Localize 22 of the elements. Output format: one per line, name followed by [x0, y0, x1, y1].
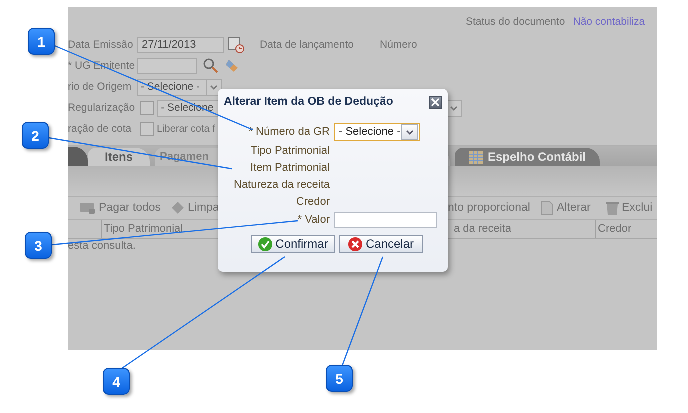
status-value: Não contabiliza [573, 16, 646, 28]
field-label: Natureza da receita [233, 178, 330, 192]
field-label: ração de cota [68, 123, 133, 135]
empty-message: esta consulta. [68, 239, 136, 252]
column-header: a da receita [453, 222, 512, 237]
field-label: Número [380, 39, 418, 51]
column-header: Credor [595, 220, 657, 238]
field-label: Item Patrimonial [250, 160, 330, 176]
callout-marker: 3 [25, 232, 52, 259]
field-label: Credor [295, 194, 330, 210]
field-label: rio de Origem [68, 81, 133, 93]
callout-marker: 4 [103, 368, 130, 395]
callout-marker: 1 [28, 28, 55, 55]
dialog-title: Alterar Item da OB de Dedução [224, 96, 394, 108]
callout-marker: 2 [22, 122, 49, 149]
status-label: Status do documento [466, 16, 566, 28]
checkbox-label: Liberar cota f [157, 124, 216, 134]
field-label: Data de lançamento [260, 39, 355, 51]
callout-marker: 5 [326, 365, 353, 392]
field-label: Tipo Patrimonial [250, 144, 330, 158]
field-label: Data Emissão [68, 39, 134, 51]
field-label: Regularização [68, 102, 136, 114]
